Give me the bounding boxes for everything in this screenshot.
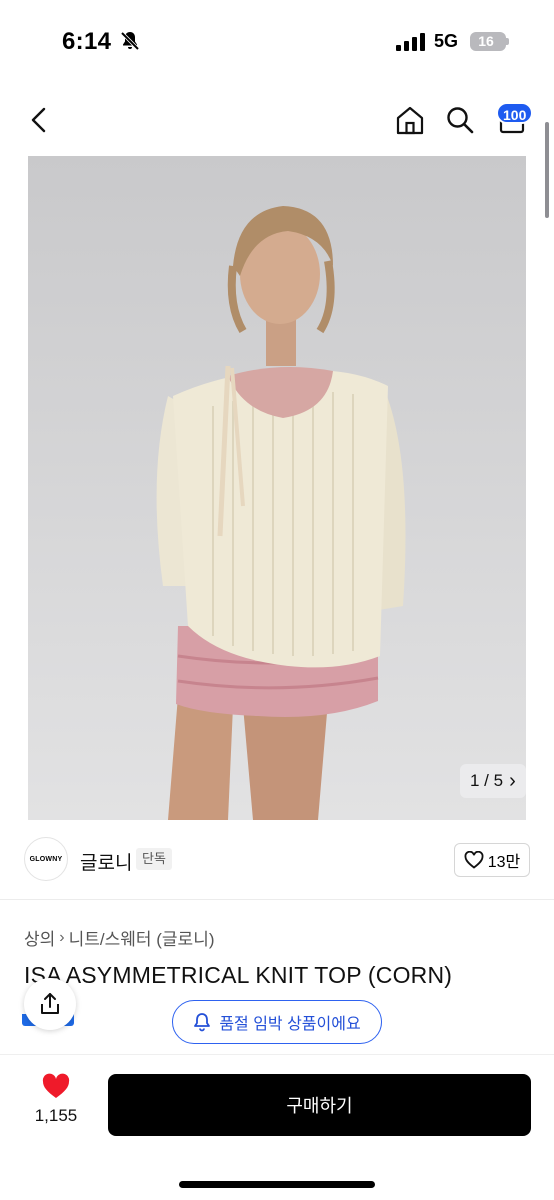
brand-name[interactable]: 글로니 [80, 848, 132, 875]
network-type: 5G [434, 31, 459, 51]
product-image[interactable] [28, 156, 526, 820]
brand-like-button[interactable]: 13만 [454, 843, 530, 877]
share-icon [41, 993, 59, 1014]
product-like-button[interactable]: 1,155 [24, 1073, 88, 1133]
low-stock-notice: 품절 임박 상품이에요 [172, 1000, 382, 1044]
cell-signal-icon [396, 33, 425, 51]
status-bar: 6:14 5G 16 [0, 0, 554, 90]
home-button[interactable] [390, 100, 430, 140]
image-counter-text: 1 / 5 [470, 771, 504, 790]
brand-like-count: 13만 [487, 854, 521, 871]
bell-icon [194, 1013, 211, 1032]
battery-cap [506, 38, 509, 45]
product-title: ISA ASYMMETRICAL KNIT TOP (CORN) [24, 962, 453, 988]
breadcrumb-subcategory[interactable]: 니트/스웨터 (글로니) [69, 925, 215, 950]
silent-bell-icon [120, 31, 140, 51]
breadcrumb-separator-icon: › [59, 928, 65, 946]
buy-button-label: 구매하기 [286, 1096, 353, 1116]
breadcrumb-category[interactable]: 상의 [24, 925, 55, 950]
scrollbar[interactable] [545, 122, 549, 218]
breadcrumb: 상의 › 니트/스웨터 (글로니) [24, 925, 215, 950]
heart-outline-icon [464, 851, 484, 869]
brand-row: GLOWNY 글로니 단독 13만 [0, 820, 554, 900]
home-indicator[interactable] [179, 1181, 375, 1188]
battery-level: 16 [478, 33, 494, 49]
heart-filled-icon [42, 1073, 70, 1098]
low-stock-text: 품절 임박 상품이에요 [219, 1016, 361, 1033]
home-icon [396, 106, 424, 135]
app-header: 100 [0, 90, 554, 154]
chevron-left-icon [31, 107, 46, 133]
exclusive-badge: 단독 [136, 848, 172, 870]
product-like-count: 1,155 [34, 1106, 78, 1125]
bottom-purchase-bar: 1,155 구매하기 [0, 1054, 554, 1200]
brand-logo[interactable]: GLOWNY [24, 837, 68, 881]
share-button[interactable] [24, 978, 76, 1030]
product-photo [28, 156, 526, 820]
image-counter[interactable]: 1 / 5 › [460, 764, 526, 798]
back-button[interactable] [20, 100, 60, 140]
search-button[interactable] [440, 100, 480, 140]
status-time: 6:14 [62, 28, 112, 55]
brand-logo-text: GLOWNY [29, 855, 63, 863]
search-icon [447, 107, 474, 134]
battery-icon: 16 [470, 32, 506, 51]
buy-button[interactable]: 구매하기 [108, 1074, 531, 1136]
cart-count-badge: 100 [496, 102, 534, 124]
chevron-right-icon: › [509, 770, 516, 792]
